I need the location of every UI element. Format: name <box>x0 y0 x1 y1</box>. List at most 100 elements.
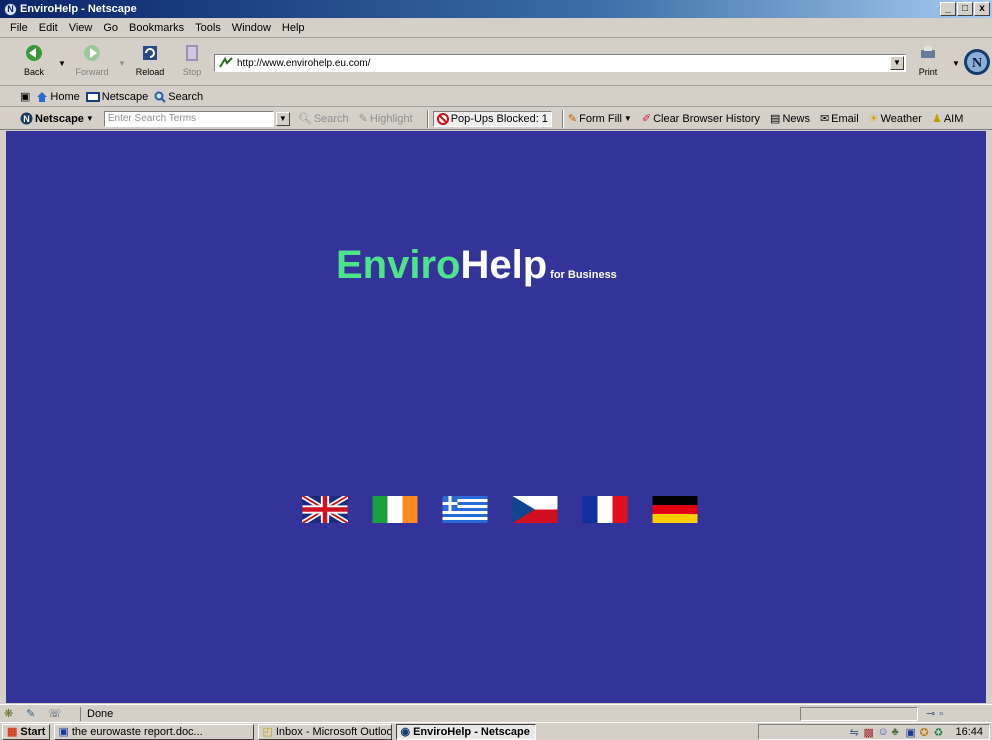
news-label: News <box>782 112 810 125</box>
menu-bookmarks[interactable]: Bookmarks <box>127 22 186 34</box>
tray-update-icon[interactable]: ✪ <box>919 726 931 739</box>
form-fill-label: Form Fill <box>579 112 622 125</box>
netscape-brand-label: Netscape <box>35 112 84 125</box>
url-history-dropdown[interactable]: ▼ <box>890 56 904 70</box>
url-bar[interactable] <box>214 54 906 72</box>
popups-blocked-label: Pop-Ups Blocked: 1 <box>450 112 548 125</box>
highlighter-icon: ✎ <box>358 113 368 125</box>
tray-language-icon[interactable]: ▣ <box>905 726 917 739</box>
maximize-button[interactable]: □ <box>957 2 973 16</box>
task-word-label: the eurowaste report.doc... <box>71 725 203 738</box>
weather-label: Weather <box>880 112 922 125</box>
status-text: Done <box>80 706 800 721</box>
news-button[interactable]: ▤ News <box>770 112 810 126</box>
logo-for-business-text: for Business <box>550 269 617 281</box>
page-favicon-icon <box>219 57 233 68</box>
popups-blocked-button[interactable]: Pop-Ups Blocked: 1 <box>432 110 552 127</box>
search-terms-input[interactable] <box>103 110 274 127</box>
weather-button[interactable]: ☀ Weather <box>868 112 922 126</box>
back-button[interactable]: Back <box>14 43 54 77</box>
toolbar-separator <box>426 109 429 128</box>
germany-flag-link[interactable] <box>652 496 698 523</box>
home-label: Home <box>50 90 80 103</box>
tray-antivirus-icon[interactable]: ▩ <box>863 726 875 739</box>
ireland-flag-link[interactable] <box>372 496 418 523</box>
menu-help[interactable]: Help <box>280 22 307 34</box>
word-doc-icon: ▣ <box>58 726 69 738</box>
minimize-button[interactable]: _ <box>940 2 956 16</box>
outlook-icon: ◰ <box>262 726 273 738</box>
task-outlook-inbox[interactable]: ◰ Inbox - Microsoft Outlook <box>258 723 393 740</box>
popup-blocked-icon <box>436 112 449 125</box>
reload-button[interactable]: Reload <box>130 43 170 77</box>
email-button[interactable]: ✉ Email <box>820 112 859 126</box>
back-dropdown-icon[interactable]: ▼ <box>58 59 66 68</box>
france-flag-link[interactable] <box>582 496 628 523</box>
task-netscape-label: EnviroHelp - Netscape <box>413 725 530 738</box>
greece-flag-link[interactable] <box>442 496 488 523</box>
windows-logo-icon: ▦ <box>7 726 18 738</box>
clear-history-button[interactable]: ✐ Clear Browser History <box>641 112 760 126</box>
newspaper-icon: ▤ <box>770 113 781 125</box>
search-terms-dropdown[interactable]: ▼ <box>275 111 290 126</box>
tray-messenger-icon[interactable]: ☺ <box>877 726 889 738</box>
netscape-menu-button[interactable]: N Netscape ▼ <box>20 112 94 125</box>
netscape-task-icon: ◉ <box>400 726 411 738</box>
sun-icon: ☀ <box>868 113 879 125</box>
form-fill-button[interactable]: ✎ Form Fill ▼ <box>568 112 632 126</box>
online-plug-icon[interactable]: ⊸ <box>926 707 935 720</box>
eraser-icon: ✐ <box>641 113 652 125</box>
svg-text:N: N <box>972 56 982 71</box>
url-input[interactable] <box>237 57 905 69</box>
title-bar: N EnviroHelp - Netscape _ □ x <box>0 0 992 18</box>
tray-app-icon[interactable]: ♣ <box>891 726 903 738</box>
stop-button[interactable]: Stop <box>172 43 212 77</box>
print-button[interactable]: Print <box>908 43 948 77</box>
sidebar-toggle-icon[interactable]: ▣ <box>20 90 30 103</box>
security-lock-icon[interactable]: ▫ <box>939 708 943 720</box>
tray-network-icon[interactable]: ⇋ <box>849 726 861 739</box>
logo-help-text: Help <box>460 243 548 287</box>
print-dropdown-icon[interactable]: ▼ <box>952 59 960 68</box>
netscape-bookmark-label: Netscape <box>101 90 149 103</box>
menu-window[interactable]: Window <box>230 22 273 34</box>
stop-icon <box>186 45 198 61</box>
czech-flag-link[interactable] <box>512 496 558 523</box>
chevron-down-icon: ▼ <box>623 114 632 123</box>
highlight-button[interactable]: ✎ Highlight <box>358 112 413 126</box>
netscape-throbber-icon[interactable]: N <box>962 47 992 77</box>
uk-flag-link[interactable] <box>302 496 348 523</box>
forward-button[interactable]: Forward <box>72 43 112 77</box>
navigator-icon[interactable]: ❋ <box>4 707 22 721</box>
home-button[interactable]: Home <box>36 90 80 103</box>
highlight-label: Highlight <box>369 112 413 125</box>
address-book-icon[interactable]: ☏ <box>48 707 66 721</box>
menu-go[interactable]: Go <box>101 22 120 34</box>
netscape-logo-icon: N <box>4 2 17 16</box>
navigation-toolbar: Back ▼ Forward ▼ Reload Stop ▼ Print ▼ N <box>0 39 992 86</box>
menu-edit[interactable]: Edit <box>37 22 60 34</box>
task-word-document[interactable]: ▣ the eurowaste report.doc... <box>54 723 255 740</box>
task-netscape-envirohelp[interactable]: ◉ EnviroHelp - Netscape <box>396 723 537 740</box>
home-icon <box>37 91 48 102</box>
search-icon: 🔍︎ <box>297 113 312 125</box>
task-outlook-label: Inbox - Microsoft Outlook <box>275 725 393 738</box>
menu-tools[interactable]: Tools <box>193 22 223 34</box>
netscape-bookmark[interactable]: Netscape <box>85 90 149 103</box>
search-bookmark[interactable]: Search <box>154 91 203 103</box>
tray-sync-icon[interactable]: ♻ <box>933 726 945 739</box>
forward-dropdown-icon[interactable]: ▼ <box>118 59 126 68</box>
close-button[interactable]: x <box>974 2 990 16</box>
menu-file[interactable]: File <box>8 22 30 34</box>
language-flags <box>302 496 698 523</box>
menu-view[interactable]: View <box>67 22 95 34</box>
composer-icon[interactable]: ✎ <box>26 707 44 721</box>
search-button-label: Search <box>313 112 349 125</box>
netscape-brand-icon: N <box>20 112 33 125</box>
netscape-bookmark-icon <box>85 91 100 102</box>
start-button[interactable]: ▦ Start <box>2 723 51 740</box>
search-button[interactable]: 🔍︎ Search <box>297 112 349 126</box>
aim-button[interactable]: ♟ AIM <box>932 112 963 126</box>
window-title: EnviroHelp - Netscape <box>20 3 137 15</box>
printer-icon <box>921 46 935 58</box>
